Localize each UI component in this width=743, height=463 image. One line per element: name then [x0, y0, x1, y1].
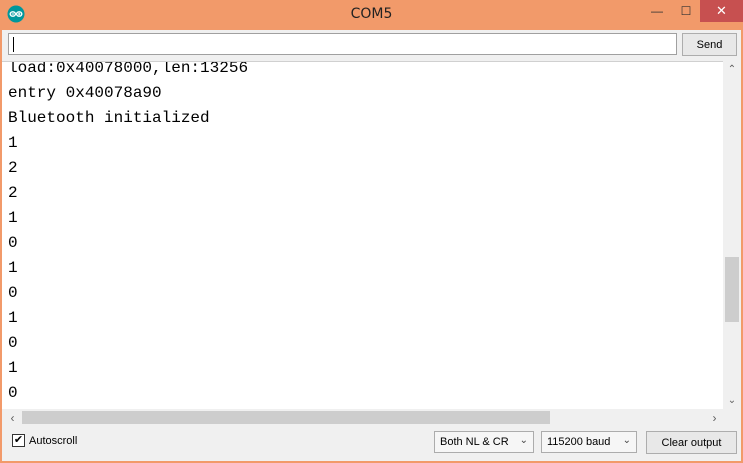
- console-line: 0: [8, 334, 18, 352]
- console-line: 2: [8, 184, 18, 202]
- horizontal-scrollbar[interactable]: ‹ ›: [2, 409, 723, 426]
- vertical-scroll-thumb[interactable]: [725, 257, 739, 322]
- chevron-down-icon: ⌄: [519, 435, 528, 446]
- autoscroll-label: Autoscroll: [29, 434, 78, 447]
- line-ending-select[interactable]: Both NL & CR ⌄: [434, 431, 534, 453]
- checkmark-icon: ✔: [13, 434, 24, 446]
- console-line: 2: [8, 159, 18, 177]
- client-area: Send load:0x40078000,len:13256 entry 0x40…: [2, 30, 741, 461]
- horizontal-scroll-thumb[interactable]: [22, 411, 550, 424]
- left-arrow-icon[interactable]: ‹: [4, 409, 21, 426]
- console-line: load:0x40078000,len:13256: [8, 61, 249, 77]
- maximize-button[interactable]: ☐: [672, 0, 700, 22]
- minimize-button[interactable]: —: [642, 0, 672, 22]
- baud-rate-select[interactable]: 115200 baud ⌄: [541, 431, 637, 453]
- close-button[interactable]: ✕: [700, 0, 743, 22]
- baud-rate-value: 115200 baud: [547, 436, 611, 448]
- console-line: 1: [8, 259, 18, 277]
- window-title: COM5: [350, 6, 393, 22]
- up-arrow-icon[interactable]: ⌃: [723, 61, 741, 78]
- console-line: 1: [8, 134, 18, 152]
- chevron-down-icon: ⌄: [622, 435, 631, 446]
- console-line: 1: [8, 309, 18, 327]
- title-bar[interactable]: COM5 — ☐ ✕: [0, 0, 743, 30]
- autoscroll-checkbox[interactable]: ✔: [12, 434, 25, 447]
- serial-output-lines: load:0x40078000,len:13256 entry 0x40078a9…: [8, 61, 249, 406]
- console-line: Bluetooth initialized: [8, 109, 210, 127]
- serial-output[interactable]: load:0x40078000,len:13256 entry 0x40078a9…: [2, 61, 741, 426]
- vertical-scrollbar[interactable]: ⌃ ⌄: [723, 61, 741, 409]
- status-bar: ✔ Autoscroll Both NL & CR ⌄ 115200 baud …: [2, 426, 741, 461]
- line-ending-value: Both NL & CR: [440, 436, 509, 448]
- send-button[interactable]: Send: [682, 33, 737, 56]
- serial-monitor-window: COM5 — ☐ ✕ Send load:0x40078000,len:1325…: [0, 0, 743, 463]
- console-line: 1: [8, 209, 18, 227]
- clear-output-button[interactable]: Clear output: [646, 431, 737, 454]
- right-arrow-icon[interactable]: ›: [706, 409, 723, 426]
- console-line: 0: [8, 284, 18, 302]
- autoscroll-toggle[interactable]: ✔ Autoscroll: [12, 434, 77, 447]
- text-caret: [13, 37, 14, 52]
- console-line: entry 0x40078a90: [8, 84, 162, 102]
- console-line: 0: [8, 234, 18, 252]
- down-arrow-icon[interactable]: ⌄: [723, 392, 741, 409]
- console-line: 1: [8, 359, 18, 377]
- serial-input[interactable]: [8, 33, 677, 55]
- scrollbar-corner: [723, 409, 741, 426]
- console-line: 0: [8, 384, 18, 402]
